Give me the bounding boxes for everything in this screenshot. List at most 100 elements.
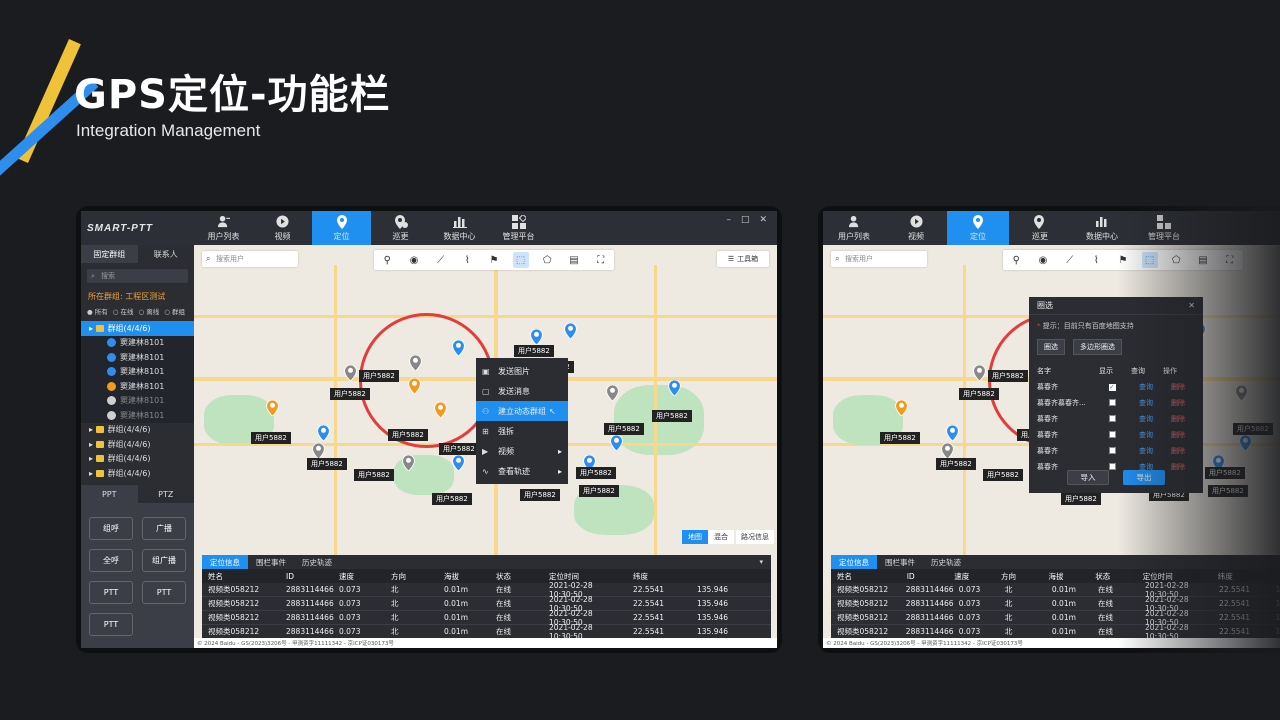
pin-tool-icon[interactable]: ⚲ bbox=[379, 252, 395, 268]
nav-patrol[interactable]: 巡更 bbox=[1009, 211, 1071, 245]
user-marker-label[interactable]: 用户5882 bbox=[988, 370, 1028, 382]
polygon-select-button[interactable]: 多边形圈选 bbox=[1073, 339, 1122, 355]
filter-offline[interactable]: ○ 离线 bbox=[139, 306, 160, 316]
tab-contacts[interactable]: 联系人 bbox=[138, 245, 195, 263]
table-row[interactable]: 视频类05821228831144660.073北0.01m在线2021-02-… bbox=[202, 595, 771, 613]
table-row[interactable]: 视频类05821228831144660.073北0.01m在线2021-02-… bbox=[202, 581, 771, 599]
nav-location[interactable]: 定位 bbox=[947, 211, 1009, 245]
tree-user-row[interactable]: 窦建林8101 bbox=[81, 335, 194, 350]
polyline-tool-icon[interactable]: ⌇ bbox=[459, 252, 475, 268]
user-location-pin-icon[interactable] bbox=[402, 454, 415, 472]
map-search-input[interactable]: ⌕ 搜索用户 bbox=[831, 251, 927, 267]
tree-user-row[interactable]: 窦建林8101 bbox=[81, 364, 194, 379]
user-location-pin-icon[interactable] bbox=[434, 401, 447, 419]
user-marker-label[interactable]: 用户5882 bbox=[604, 423, 644, 435]
collapse-icon[interactable]: ▾ bbox=[751, 555, 771, 569]
filter-all[interactable]: ● 所有 bbox=[87, 306, 108, 316]
map-area[interactable]: ⌕ 搜索用户 ⚲ ◉ ⟋ ⌇ ⚑ ⬚ ⬠ ▤ ⛶ ☰ 工具箱 用户5882 用户588… bbox=[194, 245, 777, 648]
user-location-pin-icon[interactable] bbox=[973, 364, 986, 382]
user-location-pin-icon[interactable] bbox=[409, 354, 422, 372]
user-location-pin-icon[interactable] bbox=[606, 384, 619, 402]
user-location-pin-icon[interactable] bbox=[452, 339, 465, 357]
ptt-button[interactable]: PTT bbox=[89, 581, 133, 604]
user-marker-label[interactable]: 用户5882 bbox=[439, 443, 479, 455]
user-location-pin-icon[interactable] bbox=[344, 364, 357, 382]
filter-group[interactable]: ○ 群组 bbox=[164, 306, 185, 316]
user-location-pin-icon[interactable] bbox=[530, 328, 543, 346]
user-marker-label[interactable]: 用户5882 bbox=[576, 467, 616, 479]
user-marker-label[interactable]: 用户5882 bbox=[330, 388, 370, 400]
user-marker-label[interactable]: 用户5882 bbox=[307, 458, 347, 470]
user-marker-label[interactable]: 用户5882 bbox=[880, 432, 920, 444]
user-marker-label[interactable]: 用户5882 bbox=[652, 410, 692, 422]
tab-ptz[interactable]: PTZ bbox=[138, 485, 195, 503]
menu-video[interactable]: ▶ 视频 ▸ bbox=[476, 441, 568, 461]
poi-tool-icon[interactable]: ⛶ bbox=[593, 252, 609, 268]
tab-location-info[interactable]: 定位信息 bbox=[831, 555, 877, 569]
minimize-button[interactable]: – bbox=[726, 215, 731, 225]
user-location-pin-icon[interactable] bbox=[408, 377, 421, 395]
import-button[interactable]: 导入 bbox=[1067, 470, 1109, 485]
nav-patrol[interactable]: 巡更 bbox=[371, 211, 430, 245]
user-location-pin-icon[interactable] bbox=[317, 424, 330, 442]
polygon-select-icon[interactable]: ⬠ bbox=[539, 252, 555, 268]
tree-user-row[interactable]: 窦建林8101 bbox=[81, 393, 194, 408]
close-button[interactable]: ✕ bbox=[759, 215, 767, 225]
map-search-input[interactable]: ⌕ 搜索用户 bbox=[202, 251, 298, 267]
user-location-pin-icon[interactable] bbox=[312, 442, 325, 460]
group-broadcast-button[interactable]: 组广播 bbox=[142, 549, 186, 572]
tree-group-row[interactable]: ▸ 群组(4/4/6) bbox=[81, 437, 194, 452]
target-tool-icon[interactable]: ◉ bbox=[406, 252, 422, 268]
tree-user-row[interactable]: 窦建林8101 bbox=[81, 408, 194, 423]
ptt-button[interactable]: PTT bbox=[142, 581, 186, 604]
user-marker-label[interactable]: 用户5882 bbox=[251, 432, 291, 444]
menu-send-image[interactable]: ▣ 发送图片 bbox=[476, 361, 568, 381]
menu-create-dynamic-group[interactable]: ⚇ 建立动态群组 ↖ bbox=[476, 401, 568, 421]
user-marker-label[interactable]: 用户5882 bbox=[936, 458, 976, 470]
nav-user-list[interactable]: 用户列表 bbox=[194, 211, 253, 245]
user-marker-label[interactable]: 用户5882 bbox=[388, 429, 428, 441]
menu-send-message[interactable]: ▢ 发送消息 bbox=[476, 381, 568, 401]
line-tool-icon[interactable]: ⟋ bbox=[1062, 252, 1078, 268]
filter-online[interactable]: ○ 在线 bbox=[113, 306, 134, 316]
user-location-pin-icon[interactable] bbox=[941, 442, 954, 460]
tree-group-row[interactable]: ▸ 群组(4/4/6) bbox=[81, 321, 194, 336]
tree-group-row[interactable]: ▸ 群组(4/4/6) bbox=[81, 423, 194, 438]
user-marker-label[interactable]: 用户5882 bbox=[959, 388, 999, 400]
tab-fence-events[interactable]: 围栏事件 bbox=[877, 555, 923, 569]
tree-group-row[interactable]: ▸ 群组(4/4/6) bbox=[81, 466, 194, 481]
all-call-button[interactable]: 全呼 bbox=[89, 549, 133, 572]
flag-tool-icon[interactable]: ⚑ bbox=[486, 252, 502, 268]
line-tool-icon[interactable]: ⟋ bbox=[433, 252, 449, 268]
user-marker-label[interactable]: 用户5882 bbox=[514, 345, 554, 357]
polyline-tool-icon[interactable]: ⌇ bbox=[1088, 252, 1104, 268]
user-location-pin-icon[interactable] bbox=[895, 399, 908, 417]
group-call-button[interactable]: 组呼 bbox=[89, 517, 133, 540]
tab-history-track[interactable]: 历史轨迹 bbox=[923, 555, 969, 569]
user-marker-label[interactable]: 用户5882 bbox=[983, 469, 1023, 481]
map-type-map[interactable]: 地图 bbox=[682, 530, 708, 544]
menu-force-disconnect[interactable]: ⊞ 强拆 bbox=[476, 421, 568, 441]
ptt-button[interactable]: PTT bbox=[89, 613, 133, 636]
user-location-pin-icon[interactable] bbox=[266, 399, 279, 417]
user-marker-label[interactable]: 用户5882 bbox=[432, 493, 472, 505]
table-row[interactable]: 视频类05821228831144660.073北0.01m在线2021-02-… bbox=[202, 623, 771, 641]
sidebar-search-input[interactable]: ⌕ 搜索 bbox=[87, 269, 188, 283]
layer-tool-icon[interactable]: ▤ bbox=[566, 252, 582, 268]
user-location-pin-icon[interactable] bbox=[610, 434, 623, 452]
user-marker-label[interactable]: 用户5882 bbox=[1061, 493, 1101, 505]
user-location-pin-icon[interactable] bbox=[668, 379, 681, 397]
broadcast-button[interactable]: 广播 bbox=[142, 517, 186, 540]
user-marker-label[interactable]: 用户5882 bbox=[579, 485, 619, 497]
user-marker-label[interactable]: 用户5882 bbox=[354, 469, 394, 481]
nav-admin[interactable]: 管理平台 bbox=[489, 211, 548, 245]
tree-user-row[interactable]: 窦建林8101 bbox=[81, 350, 194, 365]
nav-user-list[interactable]: 用户列表 bbox=[823, 211, 885, 245]
maximize-button[interactable]: □ bbox=[741, 215, 750, 225]
nav-video[interactable]: 视频 bbox=[253, 211, 312, 245]
traffic-info-button[interactable]: 路况信息 bbox=[736, 530, 774, 544]
nav-video[interactable]: 视频 bbox=[885, 211, 947, 245]
tab-ptt[interactable]: PPT bbox=[81, 485, 138, 503]
user-marker-label[interactable]: 用户5882 bbox=[520, 489, 560, 501]
tree-user-row[interactable]: 窦建林8101 bbox=[81, 379, 194, 394]
